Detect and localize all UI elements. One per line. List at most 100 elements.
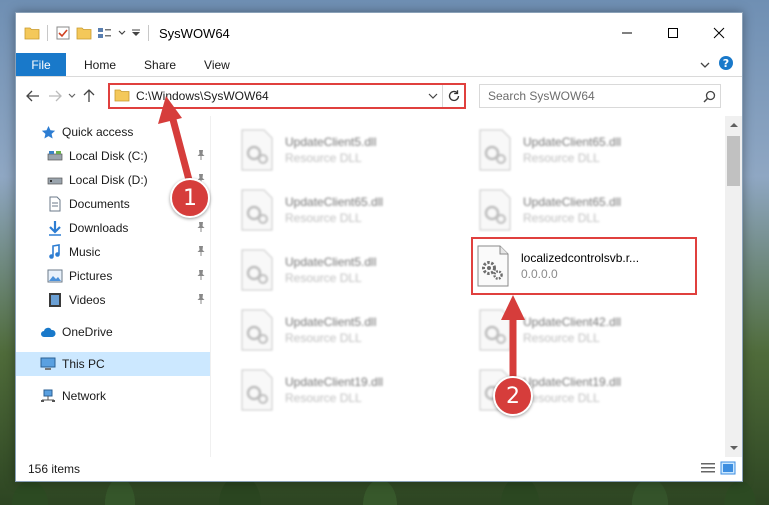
file-item[interactable]: UpdateClient65.dll Resource DLL [237, 182, 457, 238]
network-icon [40, 388, 56, 404]
pin-icon [196, 149, 206, 164]
sidebar-item-network[interactable]: Network [16, 384, 210, 408]
file-item[interactable]: UpdateClient42.dll Resource DLL [475, 302, 695, 358]
explorer-body: Quick access Local Disk (C:) Local Disk … [16, 116, 742, 457]
file-item[interactable]: UpdateClient5.dll Resource DLL [237, 242, 457, 298]
file-type: Resource DLL [285, 151, 362, 165]
file-type: Resource DLL [523, 151, 600, 165]
file-type: Resource DLL [285, 271, 362, 285]
chevron-down-icon[interactable] [424, 93, 442, 99]
ribbon-right-controls: ? [700, 53, 742, 76]
sidebar-item-label: Videos [69, 293, 106, 307]
sidebar-item-label: Network [62, 389, 107, 403]
videos-icon [47, 292, 63, 308]
tab-view[interactable]: View [190, 53, 244, 76]
properties-icon[interactable] [55, 25, 71, 41]
tab-home[interactable]: Home [66, 53, 130, 76]
scroll-up-arrow-icon[interactable] [725, 116, 742, 133]
tab-file[interactable]: File [16, 53, 66, 76]
sidebar-item-videos[interactable]: Videos [16, 288, 210, 312]
file-type: Resource DLL [285, 391, 362, 405]
address-bar[interactable]: C:\Windows\SysWOW64 [108, 83, 466, 109]
file-type: Resource DLL [285, 211, 362, 225]
vertical-scrollbar[interactable] [725, 116, 742, 457]
drive-icon [47, 148, 63, 164]
file-name: UpdateClient65.dll [285, 195, 384, 209]
forward-button[interactable] [44, 85, 66, 107]
file-item[interactable]: UpdateClient65.dll Resource DLL [475, 122, 695, 178]
cloud-icon [40, 324, 56, 340]
scroll-down-arrow-icon[interactable] [725, 440, 742, 457]
sidebar-item-label: Local Disk (C:) [69, 149, 148, 163]
chevron-down-icon[interactable] [118, 25, 126, 41]
tab-share[interactable]: Share [130, 53, 190, 76]
navigation-pane: Quick access Local Disk (C:) Local Disk … [16, 116, 211, 457]
new-folder-icon[interactable] [76, 25, 92, 41]
file-name: UpdateClient65.dll [523, 195, 622, 209]
navigation-bar: C:\Windows\SysWOW64 [16, 77, 742, 115]
pin-icon [196, 293, 206, 308]
file-name: localizedcontrolsvb.r... [521, 251, 640, 265]
sidebar-item-local-disk-c[interactable]: Local Disk (C:) [16, 144, 210, 168]
file-name: UpdateClient5.dll [285, 135, 377, 149]
expand-ribbon-icon[interactable] [700, 58, 710, 72]
address-path[interactable]: C:\Windows\SysWOW64 [136, 89, 424, 103]
refresh-button[interactable] [442, 85, 464, 107]
customize-toolbar-icon[interactable] [131, 25, 141, 41]
up-button[interactable] [78, 85, 100, 107]
pictures-icon [47, 268, 63, 284]
minimize-button[interactable] [604, 13, 650, 53]
download-icon [47, 220, 63, 236]
large-icons-view-icon[interactable] [720, 461, 736, 478]
folder-icon [24, 25, 40, 41]
file-name: UpdateClient19.dll [285, 375, 384, 389]
dll-file-icon [237, 367, 277, 413]
file-item[interactable]: UpdateClient19.dll Resource DLL [237, 362, 457, 418]
title-bar: SysWOW64 [16, 13, 742, 53]
scrollbar-thumb[interactable] [727, 136, 740, 186]
sidebar-item-downloads[interactable]: Downloads [16, 216, 210, 240]
back-button[interactable] [22, 85, 44, 107]
ribbon-tabs: File Home Share View ? [16, 53, 742, 77]
dll-file-icon [475, 187, 515, 233]
documents-icon [47, 196, 63, 212]
search-icon[interactable] [698, 90, 720, 103]
file-list-pane: UpdateClient5.dll Resource DLL UpdateCli… [211, 116, 742, 457]
svg-text:?: ? [723, 57, 729, 70]
file-item[interactable]: UpdateClient5.dll Resource DLL [237, 302, 457, 358]
gear-file-icon [473, 243, 513, 289]
sidebar-item-music[interactable]: Music [16, 240, 210, 264]
file-name: UpdateClient19.dll [523, 375, 622, 389]
item-count: 156 items [28, 462, 81, 476]
file-item-localizedcontrolsvb[interactable]: localizedcontrolsvb.r... 0.0.0.0 [471, 237, 697, 295]
close-button[interactable] [696, 13, 742, 53]
details-view-icon[interactable] [700, 461, 716, 478]
sidebar-item-label: Music [69, 245, 101, 259]
sidebar-item-label: Quick access [62, 125, 134, 139]
view-switcher [700, 461, 742, 478]
file-item[interactable]: UpdateClient65.dll Resource DLL [475, 182, 695, 238]
sidebar-item-this-pc[interactable]: This PC [16, 352, 210, 376]
search-box[interactable] [479, 84, 721, 108]
help-icon[interactable]: ? [718, 55, 734, 74]
view-options-icon[interactable] [97, 25, 113, 41]
sidebar-item-quick-access[interactable]: Quick access [16, 120, 210, 144]
search-input[interactable] [488, 89, 698, 103]
pin-icon [196, 245, 206, 260]
dll-file-icon [237, 127, 277, 173]
pin-icon [196, 269, 206, 284]
music-icon [47, 244, 63, 260]
file-type: Resource DLL [285, 331, 362, 345]
dll-file-icon [237, 247, 277, 293]
sidebar-item-onedrive[interactable]: OneDrive [16, 320, 210, 344]
recent-locations-button[interactable] [66, 85, 78, 107]
sidebar-item-pictures[interactable]: Pictures [16, 264, 210, 288]
file-name: UpdateClient42.dll [523, 315, 622, 329]
file-item[interactable]: UpdateClient5.dll Resource DLL [237, 122, 457, 178]
dll-file-icon [475, 307, 515, 353]
maximize-button[interactable] [650, 13, 696, 53]
star-icon [40, 124, 56, 140]
